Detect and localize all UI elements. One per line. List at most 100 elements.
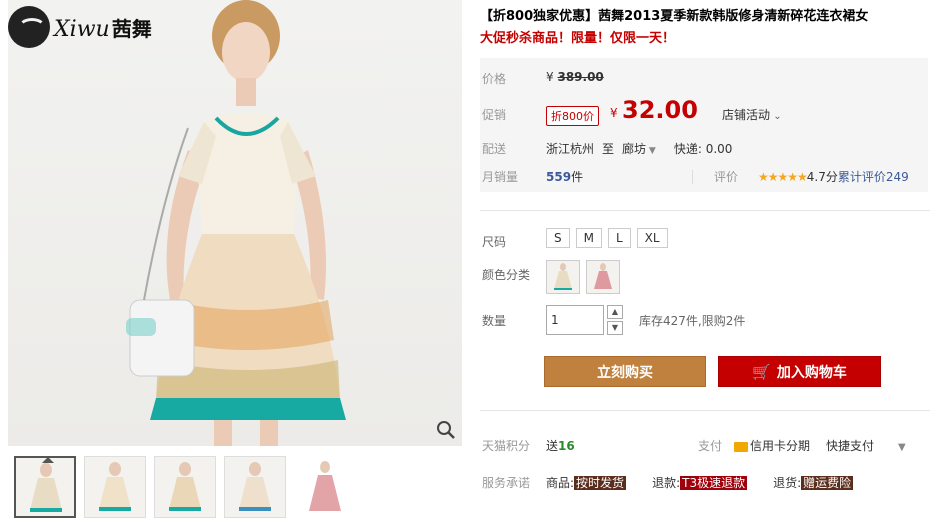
credit-card-installment-link[interactable]: 信用卡分期: [750, 439, 810, 453]
shop-activity-label: 店铺活动: [722, 108, 771, 122]
caret-down-icon: ▼: [646, 146, 656, 156]
increase-quantity-button[interactable]: ▲: [607, 305, 623, 319]
tmall-points: 送16: [546, 437, 575, 454]
ship-to-city: 廊坊: [622, 142, 647, 156]
caret-down-icon[interactable]: ▼: [898, 442, 906, 453]
divider: [480, 210, 930, 211]
brand-name-latin: Xiwu: [54, 16, 110, 42]
thumbnail-image: [309, 461, 341, 511]
main-product-image[interactable]: [8, 0, 462, 446]
currency-symbol: ¥: [610, 106, 618, 120]
service-badge: T3极速退款: [680, 476, 748, 490]
monthly-sales-unit: 件: [571, 170, 584, 184]
decrease-quantity-button[interactable]: ▼: [607, 321, 623, 335]
quantity-label: 数量: [482, 314, 507, 328]
color-option-pink[interactable]: [586, 260, 620, 294]
promotion-label: 促销: [482, 108, 507, 122]
thumbnail-3[interactable]: [154, 456, 216, 518]
quantity-stepper: ▲ ▼ 库存427件,限购2件: [546, 305, 745, 335]
service-badge: 按时发货: [574, 476, 627, 490]
promotion-price: 32.00: [622, 96, 698, 124]
service-badge: 赠运费险: [801, 476, 854, 490]
divider: [692, 170, 693, 184]
caret-up-icon: ▲: [611, 307, 619, 316]
ship-from: 浙江杭州: [546, 142, 595, 156]
payment-label: 支付: [698, 439, 723, 453]
thumbnail-1[interactable]: [14, 456, 76, 518]
product-title: 【折800独家优惠】茜舞2013夏季新款韩版修身清新碎花连衣裙女: [480, 9, 869, 24]
shipping-info: 浙江杭州至廊坊 ▼ 快递: 0.00: [546, 140, 732, 157]
color-option-floral[interactable]: [546, 260, 580, 294]
brand-logo: Xiwu 茜舞: [8, 6, 152, 48]
size-option-m[interactable]: M: [575, 228, 602, 248]
shopping-cart-icon: 🛒: [752, 362, 771, 381]
size-option-xl[interactable]: XL: [636, 228, 668, 248]
chevron-down-icon: ⌄: [770, 111, 782, 122]
review-count: 累计评价249: [837, 170, 909, 184]
quantity-buttons: ▲ ▼: [607, 305, 623, 335]
buy-now-button[interactable]: 立刻购买: [544, 356, 706, 387]
service-item[interactable]: 退货: 赠运费险: [773, 474, 854, 491]
ship-to-dropdown[interactable]: 廊坊 ▼: [622, 142, 656, 156]
price-box: 价格 ¥ 389.00 促销 折800价 ¥ 32.00 店铺活动 ⌄ 配送 浙…: [480, 58, 928, 192]
add-to-cart-label: 加入购物车: [776, 364, 847, 381]
shipping-label: 配送: [482, 142, 507, 156]
thumbnail-image: [30, 463, 62, 512]
service-prefix: 退货:: [773, 476, 802, 490]
service-prefix: 商品:: [546, 476, 575, 490]
monthly-sales-count: 559: [546, 170, 572, 184]
color-options: [546, 260, 620, 294]
service-commitments: 商品: 按时发货 退款: T3极速退款 退货: 赠运费险: [546, 474, 879, 491]
product-info: 【折800独家优惠】茜舞2013夏季新款韩版修身清新碎花连衣裙女 大促秒杀商品！…: [462, 0, 930, 527]
shop-activity-dropdown[interactable]: 店铺活动 ⌄: [722, 106, 782, 123]
model-photo: [126, 0, 346, 446]
thumbnail-image: [99, 462, 131, 511]
original-price-value: 389.00: [557, 70, 604, 84]
stock-info: 库存427件,限购2件: [639, 313, 746, 328]
quick-pay-link[interactable]: 快捷支付: [826, 439, 874, 453]
promotion-tag: 折800价: [546, 106, 599, 126]
thumbnail-2[interactable]: [84, 456, 146, 518]
credit-card-icon: [734, 441, 749, 452]
caret-down-icon: ▼: [611, 323, 619, 332]
original-price: ¥ 389.00: [546, 70, 604, 84]
brand-name-cn: 茜舞: [111, 16, 152, 41]
thumbnail-strip: [14, 456, 356, 518]
promo-text: 大促秒杀商品！限量！仅限一天！: [480, 31, 676, 46]
size-label: 尺码: [482, 235, 507, 249]
add-to-cart-button[interactable]: 🛒 加入购物车: [718, 356, 881, 387]
brand-logo-icon: [8, 6, 50, 48]
thumbnail-image: [239, 462, 271, 511]
star-rating-icon: ★★★★★: [758, 170, 808, 184]
shipping-fee: 快递: 0.00: [673, 142, 733, 156]
points-prefix: 送: [546, 439, 559, 453]
thumbnail-4[interactable]: [224, 456, 286, 518]
size-options: S M L XL: [546, 228, 674, 248]
buy-now-label: 立刻购买: [597, 364, 653, 381]
service-prefix: 退款:: [652, 476, 681, 490]
zoom-icon[interactable]: [436, 420, 456, 440]
thumbnail-5[interactable]: [294, 456, 356, 518]
color-swatch-image: [554, 263, 572, 290]
monthly-sales: 559件: [546, 168, 583, 185]
size-option-l[interactable]: L: [607, 228, 631, 248]
points-label: 天猫积分: [482, 439, 531, 453]
service-item[interactable]: 退款: T3极速退款: [652, 474, 748, 491]
rating-score: 4.7分: [806, 170, 838, 184]
product-gallery: Xiwu 茜舞: [0, 0, 462, 527]
payment-options: 支付 信用卡分期 快捷支付 ▼: [698, 437, 906, 454]
ship-to-word: 至: [602, 142, 615, 156]
points-value: 16: [558, 439, 575, 453]
thumbnail-image: [169, 462, 201, 511]
color-swatch-image: [594, 263, 612, 289]
size-option-s[interactable]: S: [546, 228, 570, 248]
service-label: 服务承诺: [482, 476, 531, 490]
color-label: 颜色分类: [482, 268, 531, 282]
quantity-input[interactable]: [546, 305, 604, 335]
monthly-sales-label: 月销量: [482, 170, 519, 184]
price-label: 价格: [482, 72, 507, 86]
service-item[interactable]: 商品: 按时发货: [546, 474, 627, 491]
divider: [480, 410, 930, 411]
currency-symbol: ¥: [546, 70, 554, 84]
rating-link[interactable]: ★★★★★4.7分累计评价249: [758, 168, 909, 185]
